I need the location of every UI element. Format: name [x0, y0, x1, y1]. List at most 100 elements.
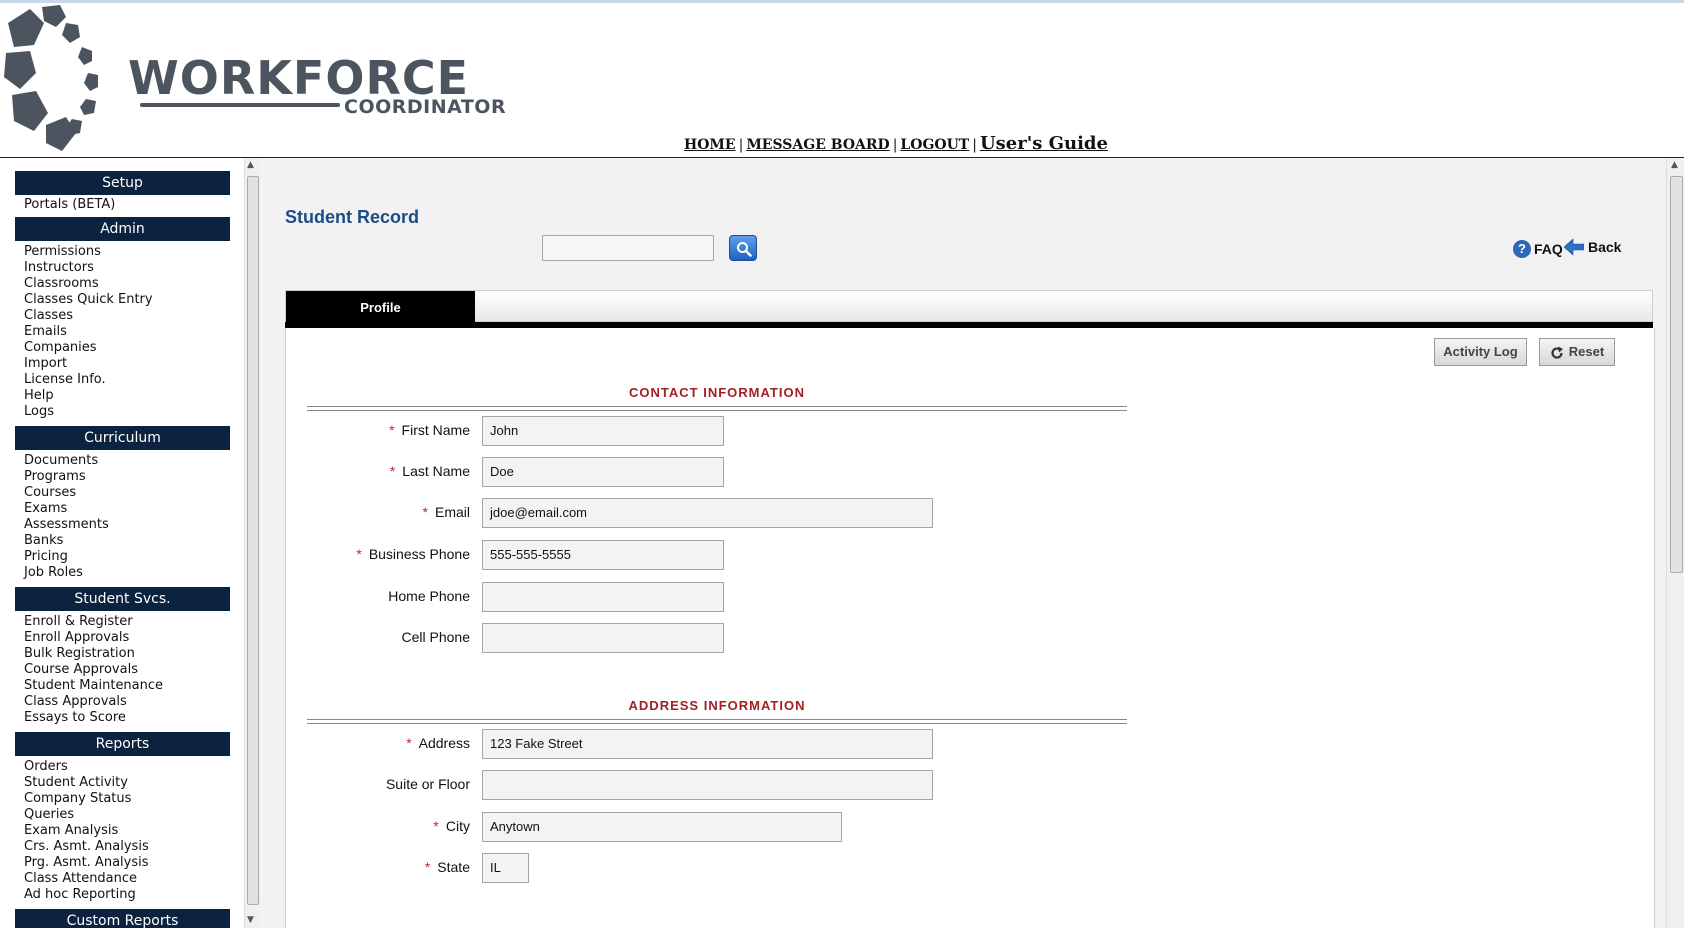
nav-users-guide-link[interactable]: User's Guide: [980, 133, 1108, 154]
sidebar-item[interactable]: Prg. Asmt. Analysis: [24, 855, 244, 871]
email-row: * Email jdoe@email.com: [286, 498, 1654, 528]
sidebar-item[interactable]: Instructors: [24, 260, 244, 276]
field-label-text: Home Phone: [388, 588, 470, 604]
sidebar-item[interactable]: Permissions: [24, 244, 244, 260]
sidebar-item[interactable]: Companies: [24, 340, 244, 356]
sidebar-item[interactable]: Logs: [24, 404, 244, 420]
nav-separator: |: [738, 137, 744, 153]
sidebar-item[interactable]: Essays to Score: [24, 710, 244, 726]
nav-message-board-link[interactable]: MESSAGE BOARD: [746, 137, 889, 153]
sidebar-item[interactable]: Pricing: [24, 549, 244, 565]
reset-button[interactable]: Reset: [1539, 338, 1615, 366]
search-input[interactable]: [542, 235, 714, 261]
first-name-label: * First Name: [389, 422, 470, 438]
sidebar-item[interactable]: License Info.: [24, 372, 244, 388]
profile-panel: Activity Log Reset CONTACT INFORMATION *…: [285, 328, 1655, 928]
required-marker: *: [356, 546, 362, 562]
suite-floor-row: Suite or Floor: [286, 770, 1654, 800]
logo-subtitle: COORDINATOR: [344, 96, 507, 118]
workforce-coordinator-logo: WORKFORCE COORDINATOR: [0, 3, 560, 157]
search-button[interactable]: [729, 235, 757, 261]
first-name-row: * First Name John: [286, 416, 1654, 446]
sidebar-item[interactable]: Ad hoc Reporting: [24, 887, 244, 903]
sidebar-item[interactable]: Student Maintenance: [24, 678, 244, 694]
sidebar-item[interactable]: Import: [24, 356, 244, 372]
state-field[interactable]: IL: [482, 853, 529, 883]
back-arrow-icon: [1564, 238, 1584, 256]
sidebar-item[interactable]: Job Roles: [24, 565, 244, 581]
main-content: Student Record ? FAQ Back Profile Activi…: [260, 158, 1666, 928]
faq-link[interactable]: ? FAQ: [1513, 240, 1563, 258]
top-navigation: HOME | MESSAGE BOARD | LOGOUT | User's Guide: [684, 133, 1108, 154]
last-name-label: * Last Name: [390, 463, 470, 479]
main-scrollbar[interactable]: ▲: [1666, 158, 1684, 928]
back-link[interactable]: Back: [1564, 238, 1621, 256]
sidebar-scrollbar[interactable]: ▲ ▼: [244, 158, 261, 928]
sidebar-item[interactable]: Exams: [24, 501, 244, 517]
sidebar-item[interactable]: Enroll Approvals: [24, 630, 244, 646]
city-row: * City Anytown: [286, 812, 1654, 842]
sidebar-item[interactable]: Orders: [24, 759, 244, 775]
sidebar-item[interactable]: Course Approvals: [24, 662, 244, 678]
sidebar-scroll-thumb[interactable]: [247, 176, 259, 905]
sidebar-item[interactable]: Programs: [24, 469, 244, 485]
home-phone-label: Home Phone: [388, 588, 470, 604]
sidebar-item[interactable]: Crs. Asmt. Analysis: [24, 839, 244, 855]
sidebar-item[interactable]: Exam Analysis: [24, 823, 244, 839]
sidebar-item[interactable]: Enroll & Register: [24, 614, 244, 630]
last-name-field[interactable]: Doe: [482, 457, 724, 487]
sidebar-item[interactable]: Classes: [24, 308, 244, 324]
reset-label: Reset: [1568, 344, 1605, 359]
sidebar-item[interactable]: Courses: [24, 485, 244, 501]
city-label: * City: [433, 818, 470, 834]
sidebar: Setup Portals (BETA) Admin Permissions I…: [0, 158, 244, 928]
main-scroll-thumb[interactable]: [1670, 176, 1683, 573]
sidebar-item[interactable]: Portals (BETA): [24, 197, 244, 213]
sidebar-item[interactable]: Class Attendance: [24, 871, 244, 887]
field-label-text: Address: [418, 735, 470, 751]
sidebar-item[interactable]: Banks: [24, 533, 244, 549]
tab-profile[interactable]: Profile: [286, 291, 475, 323]
city-field[interactable]: Anytown: [482, 812, 842, 842]
first-name-field[interactable]: John: [482, 416, 724, 446]
sidebar-item[interactable]: Classes Quick Entry: [24, 292, 244, 308]
sidebar-section-reports: Reports: [15, 732, 230, 756]
help-icon: ?: [1513, 240, 1531, 258]
sidebar-item[interactable]: Company Status: [24, 791, 244, 807]
sidebar-list-admin: Permissions Instructors Classrooms Class…: [0, 241, 244, 422]
address-field[interactable]: 123 Fake Street: [482, 729, 933, 759]
email-field[interactable]: jdoe@email.com: [482, 498, 933, 528]
logo-wordmark: WORKFORCE: [128, 51, 470, 105]
cell-phone-label: Cell Phone: [402, 629, 471, 645]
contact-section-title: CONTACT INFORMATION: [629, 385, 805, 400]
activity-log-button[interactable]: Activity Log: [1434, 338, 1527, 366]
sidebar-item[interactable]: Help: [24, 388, 244, 404]
sidebar-section-setup: Setup: [15, 171, 230, 195]
field-label-text: Email: [434, 504, 470, 520]
sidebar-item[interactable]: Documents: [24, 453, 244, 469]
cell-phone-field[interactable]: [482, 623, 724, 653]
required-marker: *: [424, 859, 431, 875]
sidebar-list-curriculum: Documents Programs Courses Exams Assessm…: [0, 450, 244, 583]
business-phone-field[interactable]: 555-555-5555: [482, 540, 724, 570]
nav-separator: |: [972, 137, 977, 153]
nav-logout-link[interactable]: LOGOUT: [900, 137, 969, 153]
email-label: * Email: [423, 504, 470, 520]
back-label: Back: [1588, 239, 1622, 255]
business-phone-row: * Business Phone 555-555-5555: [286, 540, 1654, 570]
nav-home-link[interactable]: HOME: [684, 137, 736, 153]
suite-floor-field[interactable]: [482, 770, 933, 800]
sidebar-item[interactable]: Assessments: [24, 517, 244, 533]
sidebar-item[interactable]: Emails: [24, 324, 244, 340]
scroll-down-icon[interactable]: ▼: [247, 915, 254, 925]
sidebar-item[interactable]: Class Approvals: [24, 694, 244, 710]
sidebar-item[interactable]: Student Activity: [24, 775, 244, 791]
scroll-up-icon[interactable]: ▲: [247, 160, 254, 170]
home-phone-field[interactable]: [482, 582, 724, 612]
sidebar-item[interactable]: Classrooms: [24, 276, 244, 292]
sidebar-item[interactable]: Queries: [24, 807, 244, 823]
scroll-up-icon[interactable]: ▲: [1671, 160, 1678, 170]
sidebar-item[interactable]: Bulk Registration: [24, 646, 244, 662]
field-label-text: Business Phone: [368, 546, 470, 562]
home-phone-row: Home Phone: [286, 582, 1654, 612]
